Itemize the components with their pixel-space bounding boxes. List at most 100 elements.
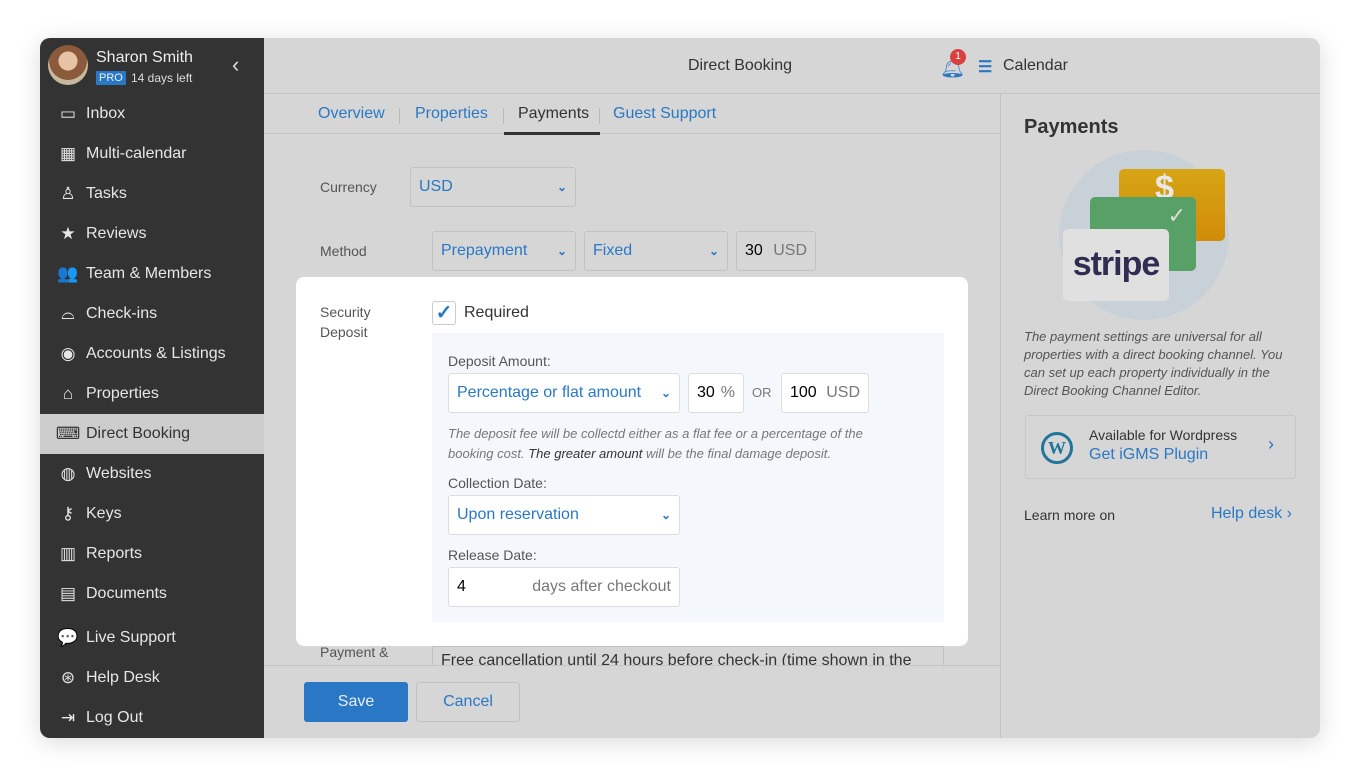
document-icon: ▤ bbox=[59, 584, 77, 603]
currency-label: Currency bbox=[320, 179, 377, 195]
team-icon: 👥 bbox=[57, 264, 79, 283]
or-label: OR bbox=[752, 385, 772, 400]
currency-select[interactable]: USD ⌄ bbox=[410, 167, 576, 207]
home-icon: ⌂ bbox=[62, 384, 74, 403]
chevron-left-icon[interactable]: ‹ bbox=[232, 52, 239, 78]
sidebar-item-properties[interactable]: ⌂ Properties bbox=[40, 374, 264, 414]
sidebar-item-accounts-listings[interactable]: ◉ Accounts & Listings bbox=[40, 334, 264, 374]
tab-bar: Overview Properties Payments Guest Suppo… bbox=[264, 94, 1000, 135]
sidebar-item-label: Inbox bbox=[86, 105, 126, 122]
lifebuoy-icon: ⊛ bbox=[60, 668, 76, 687]
stripe-logo: stripe bbox=[1063, 229, 1169, 301]
tab-properties[interactable]: Properties bbox=[415, 105, 488, 123]
chevron-down-icon: ⌄ bbox=[556, 244, 567, 258]
chevron-down-icon: ⌄ bbox=[660, 386, 671, 400]
wordpress-icon: W bbox=[1041, 432, 1073, 464]
account-icon: ◉ bbox=[60, 344, 76, 363]
method-amount-input[interactable]: 30 USD bbox=[736, 231, 816, 271]
collection-date-select[interactable]: Upon reservation ⌄ bbox=[448, 495, 680, 535]
tasks-icon: ♙ bbox=[60, 184, 76, 203]
panel-title: Payments bbox=[1024, 116, 1119, 138]
page-title: Direct Booking bbox=[687, 57, 793, 74]
pro-badge: PRO bbox=[96, 71, 126, 85]
required-label: Required bbox=[464, 304, 529, 321]
sidebar-item-keys[interactable]: ⚷ Keys bbox=[40, 494, 264, 534]
sidebar-item-label: Log Out bbox=[86, 709, 143, 726]
key-icon: ⚷ bbox=[61, 504, 75, 523]
app-window: Sharon Smith PRO 14 days left ‹ ▭ Inbox ▦ M… bbox=[40, 38, 1320, 738]
calendar-link[interactable]: Calendar bbox=[1003, 57, 1068, 75]
sidebar-item-reports[interactable]: ▥ Reports bbox=[40, 534, 264, 574]
chevron-down-icon: ⌄ bbox=[708, 244, 719, 258]
user-name: Sharon Smith bbox=[96, 49, 193, 66]
wordpress-plugin-card[interactable]: W Available for Wordpress Get iGMS Plugi… bbox=[1025, 415, 1296, 479]
sidebar-item-label: Multi-calendar bbox=[86, 145, 187, 162]
save-button[interactable]: Save bbox=[304, 682, 408, 722]
sidebar-item-team-members[interactable]: 👥 Team & Members bbox=[40, 254, 264, 294]
notification-badge: 1 bbox=[950, 49, 966, 65]
tab-guest-support[interactable]: Guest Support bbox=[613, 105, 716, 123]
sidebar-item-label: Reports bbox=[86, 545, 143, 562]
info-panel: Payments $ ✓ stripe The payment settings… bbox=[1000, 94, 1320, 738]
deposit-amount-label: Deposit Amount: bbox=[448, 353, 551, 369]
policy-textarea[interactable]: Free cancellation until 24 hours before … bbox=[432, 646, 944, 666]
chevron-right-icon: › bbox=[1268, 434, 1274, 454]
sidebar-item-label: Websites bbox=[86, 465, 152, 482]
sidebar-item-label: Direct Booking bbox=[86, 425, 191, 442]
required-checkbox[interactable]: ✓ bbox=[432, 301, 456, 325]
sidebar-item-check-ins[interactable]: ⌓ Check-ins bbox=[40, 294, 264, 334]
sidebar-item-label: Documents bbox=[86, 585, 167, 602]
logout-icon: ⇥ bbox=[60, 708, 76, 727]
policy-label: Payment & bbox=[320, 644, 389, 660]
bar-chart-icon: ▥ bbox=[59, 544, 77, 563]
bell-service-icon: ⌓ bbox=[61, 304, 75, 323]
sidebar-item-tasks[interactable]: ♙ Tasks bbox=[40, 174, 264, 214]
percent-input[interactable]: 30% bbox=[688, 373, 744, 413]
calendar-icon: ▦ bbox=[59, 144, 77, 163]
avatar[interactable] bbox=[48, 45, 88, 85]
chat-icon: 💬 bbox=[57, 628, 79, 647]
star-icon: ★ bbox=[60, 224, 76, 243]
sidebar-item-log-out[interactable]: ⇥ Log Out bbox=[40, 698, 264, 738]
method-type-select[interactable]: Fixed ⌄ bbox=[584, 231, 728, 271]
sidebar-item-direct-booking[interactable]: ⌨ Direct Booking bbox=[40, 414, 264, 454]
release-date-label: Release Date: bbox=[448, 547, 537, 563]
sidebar-item-websites[interactable]: ◍ Websites bbox=[40, 454, 264, 494]
get-plugin-link[interactable]: Get iGMS Plugin bbox=[1089, 446, 1208, 464]
sidebar-item-live-support[interactable]: 💬 Live Support bbox=[40, 618, 264, 658]
wordpress-title: Available for Wordpress bbox=[1089, 427, 1238, 443]
sidebar-item-help-desk[interactable]: ⊛ Help Desk bbox=[40, 658, 264, 698]
panel-description: The payment settings are universal for a… bbox=[1024, 329, 1283, 398]
sidebar-item-documents[interactable]: ▤ Documents bbox=[40, 574, 264, 614]
sidebar-item-inbox[interactable]: ▭ Inbox bbox=[40, 94, 264, 134]
sidebar-item-label: Tasks bbox=[86, 185, 127, 202]
chevron-right-icon: › bbox=[1286, 505, 1292, 522]
trial-days: 14 days left bbox=[131, 71, 193, 85]
sidebar-item-label: Help Desk bbox=[86, 669, 160, 686]
calendar-search-icon[interactable]: ☰ bbox=[978, 57, 992, 77]
deposit-note: The deposit fee will be collectd either … bbox=[448, 426, 863, 461]
help-desk-link[interactable]: Help desk › bbox=[1211, 505, 1292, 523]
sidebar-item-label: Properties bbox=[86, 385, 159, 402]
code-window-icon: ⌨ bbox=[55, 424, 81, 443]
sidebar-item-label: Check-ins bbox=[86, 305, 158, 322]
method-label: Method bbox=[320, 243, 367, 259]
chevron-down-icon: ⌄ bbox=[660, 508, 671, 522]
release-days-input[interactable]: 4 days after checkout bbox=[448, 567, 680, 607]
tab-overview[interactable]: Overview bbox=[318, 105, 385, 123]
sidebar-item-label: Accounts & Listings bbox=[86, 345, 226, 362]
sidebar-item-multi-calendar[interactable]: ▦ Multi-calendar bbox=[40, 134, 264, 174]
inbox-icon: ▭ bbox=[59, 104, 77, 123]
learn-more-label: Learn more on bbox=[1024, 507, 1116, 523]
flat-amount-input[interactable]: 100 USD bbox=[781, 373, 869, 413]
sidebar-item-label: Keys bbox=[86, 505, 122, 522]
method-select[interactable]: Prepayment ⌄ bbox=[432, 231, 576, 271]
sidebar-item-label: Reviews bbox=[86, 225, 147, 242]
security-deposit-label: Security Deposit bbox=[320, 304, 371, 340]
chevron-down-icon: ⌄ bbox=[556, 180, 567, 194]
tab-payments[interactable]: Payments bbox=[518, 105, 589, 123]
cancel-button[interactable]: Cancel bbox=[416, 682, 520, 722]
sidebar-item-reviews[interactable]: ★ Reviews bbox=[40, 214, 264, 254]
deposit-type-select[interactable]: Percentage or flat amount ⌄ bbox=[448, 373, 680, 413]
globe-icon: ◍ bbox=[60, 464, 76, 483]
